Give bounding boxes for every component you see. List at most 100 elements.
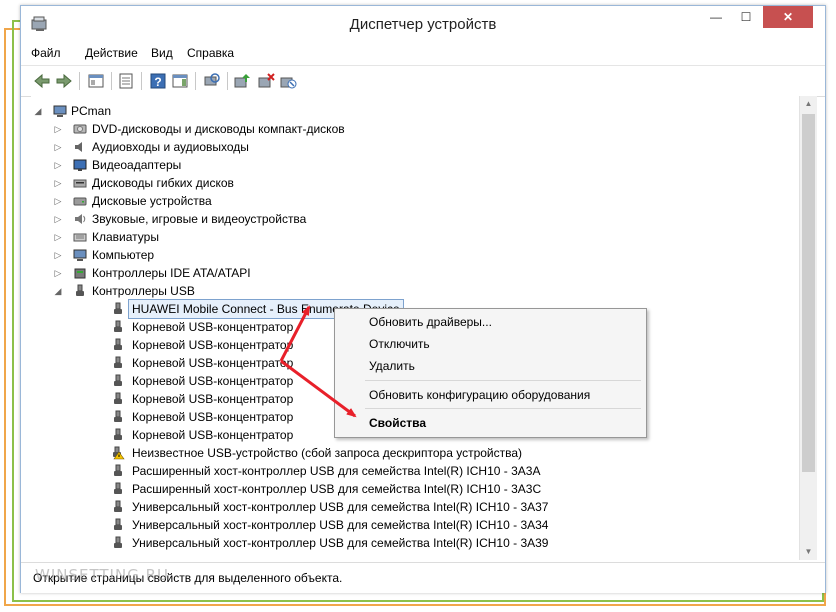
- uninstall-device-icon[interactable]: [257, 72, 275, 90]
- tree-root-label: PCman: [71, 104, 112, 118]
- svg-text:?: ?: [154, 75, 161, 89]
- tree-device-label: Корневой USB-концентратор: [132, 410, 294, 424]
- expand-arrow-icon[interactable]: ▷: [53, 192, 63, 210]
- tree-device-label: Корневой USB-концентратор: [132, 392, 294, 406]
- tree-device-label: Неизвестное USB-устройство (сбой запроса…: [132, 446, 523, 460]
- expand-arrow-icon[interactable]: ▷: [53, 228, 63, 246]
- expand-arrow-icon[interactable]: ▷: [53, 264, 63, 282]
- expand-arrow-icon[interactable]: ▷: [53, 246, 63, 264]
- menu-bar: Файл Действие Вид Справка: [21, 44, 825, 64]
- menu-action[interactable]: Действие: [85, 46, 138, 60]
- action-pane-icon[interactable]: [171, 72, 189, 90]
- show-hide-console-tree-icon[interactable]: [87, 72, 105, 90]
- tree-category-label: Звуковые, игровые и видеоустройства: [92, 212, 307, 226]
- usb-device-icon: [114, 374, 122, 386]
- update-driver-icon[interactable]: [233, 72, 251, 90]
- usb-controller-icon: [76, 284, 84, 296]
- expand-arrow-icon[interactable]: ▷: [53, 138, 63, 156]
- computer-icon: [73, 249, 87, 261]
- tree-device-label: Универсальный хост-контроллер USB для се…: [132, 500, 549, 514]
- usb-device-icon: [114, 428, 122, 440]
- usb-device-icon: [114, 356, 122, 368]
- tree-device-label: Корневой USB-концентратор: [132, 374, 294, 388]
- toolbar-separator: [141, 72, 142, 90]
- forward-arrow-icon[interactable]: [55, 72, 73, 90]
- toolbar-separator: [227, 72, 228, 90]
- context-menu: Обновить драйверы... Отключить Удалить О…: [334, 308, 647, 438]
- tree-category-label: Контроллеры IDE ATA/ATAPI: [92, 266, 251, 280]
- tree-category-label: Компьютер: [92, 248, 155, 262]
- computer-icon: [53, 105, 67, 117]
- back-arrow-icon[interactable]: [33, 72, 51, 90]
- close-button[interactable]: ✕: [763, 6, 813, 28]
- usb-device-icon: [114, 536, 122, 548]
- usb-device-icon: [114, 518, 122, 530]
- menu-help[interactable]: Справка: [187, 46, 234, 60]
- properties-sheet-icon[interactable]: [117, 72, 135, 90]
- context-menu-separator: [365, 380, 641, 381]
- expand-arrow-icon[interactable]: ▷: [53, 210, 63, 228]
- context-item-uninstall[interactable]: Удалить: [369, 357, 415, 375]
- expand-arrow-icon[interactable]: ▷: [53, 174, 63, 192]
- tree-category-label: Видеоадаптеры: [92, 158, 182, 172]
- tree-device-label: Корневой USB-концентратор: [132, 356, 294, 370]
- tree-category-label: Контроллеры USB: [92, 284, 195, 298]
- maximize-button[interactable]: ☐: [731, 6, 761, 28]
- title-bar[interactable]: Диспетчер устройств — ☐ ✕: [21, 6, 825, 44]
- scan-hardware-icon[interactable]: [203, 72, 221, 90]
- floppy-drive-icon: [73, 179, 87, 188]
- menu-file[interactable]: Файл: [31, 46, 61, 60]
- expand-arrow-icon[interactable]: ▷: [53, 120, 63, 138]
- toolbar-separator: [79, 72, 80, 90]
- dvd-drive-icon: [73, 124, 87, 134]
- expand-arrow-icon[interactable]: ▷: [53, 156, 63, 174]
- collapse-arrow-icon[interactable]: ◢: [33, 102, 43, 120]
- tree-device-label: Универсальный хост-контроллер USB для се…: [132, 536, 549, 550]
- tree-category-label: Дисковые устройства: [92, 194, 212, 208]
- usb-device-icon: [114, 302, 122, 314]
- tree-device-label: Расширенный хост-контроллер USB для семе…: [132, 482, 542, 496]
- tree-category-label: DVD-дисководы и дисководы компакт-дисков: [92, 122, 345, 136]
- speaker-icon: [75, 142, 82, 152]
- tree-device-label: Расширенный хост-контроллер USB для семе…: [132, 464, 541, 478]
- toolbar: ?: [21, 65, 825, 97]
- collapse-arrow-icon[interactable]: ◢: [53, 282, 63, 300]
- minimize-button[interactable]: —: [701, 6, 731, 28]
- context-item-disable[interactable]: Отключить: [369, 335, 430, 353]
- usb-device-icon: [114, 482, 122, 494]
- sound-device-icon: [75, 214, 86, 224]
- tree-device-label: Корневой USB-концентратор: [132, 320, 294, 334]
- usb-device-icon: [114, 500, 122, 512]
- tree-device-label: Корневой USB-концентратор: [132, 338, 294, 352]
- scrollbar-thumb[interactable]: [802, 114, 815, 472]
- context-item-update-drivers[interactable]: Обновить драйверы...: [369, 313, 492, 331]
- tree-category-label: Клавиатуры: [92, 230, 159, 244]
- context-item-scan-hardware-changes[interactable]: Обновить конфигурацию оборудования: [369, 386, 590, 404]
- context-item-properties[interactable]: Свойства: [369, 414, 426, 432]
- disk-drive-icon: [73, 197, 87, 206]
- toolbar-separator: [195, 72, 196, 90]
- watermark: WINSETTING.RU: [35, 566, 169, 584]
- usb-device-icon: [114, 392, 122, 404]
- disable-device-icon[interactable]: [279, 72, 297, 90]
- keyboard-icon: [73, 233, 87, 242]
- display-adapter-icon: [73, 159, 87, 171]
- help-icon[interactable]: ?: [149, 72, 167, 90]
- tree-device-label: Корневой USB-концентратор: [132, 428, 294, 442]
- status-bar: Открытие страницы свойств для выделенног…: [21, 562, 825, 593]
- usb-device-icon: [114, 338, 122, 350]
- tree-category-label: Дисководы гибких дисков: [92, 176, 234, 190]
- menu-view[interactable]: Вид: [151, 46, 173, 60]
- scroll-down-arrow-icon[interactable]: ▼: [800, 544, 817, 560]
- device-manager-window: Диспетчер устройств — ☐ ✕ Файл Действие …: [20, 5, 826, 593]
- ide-controller-icon: [74, 268, 86, 279]
- usb-device-icon: [114, 464, 122, 476]
- toolbar-separator: [111, 72, 112, 90]
- tree-category-label: Аудиовходы и аудиовыходы: [92, 140, 249, 154]
- scroll-up-arrow-icon[interactable]: ▲: [800, 96, 817, 112]
- vertical-scrollbar[interactable]: ▲ ▼: [799, 96, 817, 560]
- usb-device-icon: [114, 410, 122, 422]
- usb-device-icon: [114, 320, 122, 332]
- context-menu-separator: [365, 408, 641, 409]
- tree-device-label: Универсальный хост-контроллер USB для се…: [132, 518, 549, 532]
